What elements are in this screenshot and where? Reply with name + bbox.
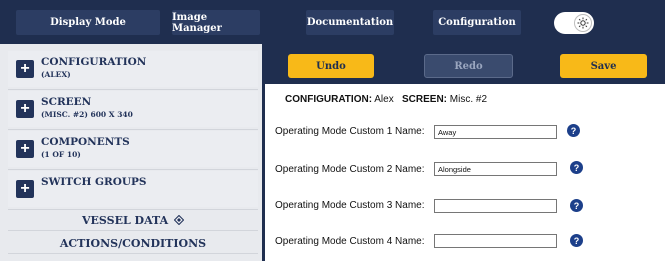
divider — [8, 253, 258, 254]
sidebar-item-title: COMPONENTS — [41, 136, 130, 148]
sidebar-item-title: SCREEN — [41, 96, 92, 108]
divider — [8, 169, 258, 170]
top-navigation-bar: Display Mode Image Manager Documentation… — [0, 0, 665, 44]
expand-plus-icon[interactable]: + — [16, 100, 34, 118]
sidebar-item-screen[interactable]: + SCREEN (MISC. #2) 600 X 340 — [8, 91, 258, 127]
sidebar-item-title: CONFIGURATION — [41, 56, 147, 68]
actions-conditions-section[interactable]: ACTIONS/CONDITIONS — [8, 237, 258, 250]
screen-value: Misc. #2 — [449, 94, 488, 105]
vessel-data-label: VESSEL DATA — [82, 214, 169, 227]
field-label: Operating Mode Custom 4 Name: — [275, 236, 425, 247]
operating-mode-2-input[interactable] — [434, 162, 557, 176]
sidebar-item-configuration[interactable]: + CONFIGURATION (ALEX) — [8, 51, 258, 87]
divider — [8, 89, 258, 90]
editor-toolbar: Undo Redo Save — [265, 44, 665, 84]
help-icon[interactable]: ? — [567, 124, 580, 137]
configuration-button[interactable]: Configuration — [433, 10, 521, 35]
display-mode-button[interactable]: Display Mode — [16, 10, 160, 35]
expand-plus-icon[interactable]: + — [16, 60, 34, 78]
expand-plus-icon[interactable]: + — [16, 180, 34, 198]
divider — [8, 129, 258, 130]
image-manager-button[interactable]: Image Manager — [172, 10, 260, 35]
operating-mode-4-input[interactable] — [434, 234, 557, 248]
sidebar-item-switch-groups[interactable]: + SWITCH GROUPS — [8, 171, 258, 207]
divider — [8, 209, 258, 210]
redo-button[interactable]: Redo — [424, 54, 513, 78]
operating-mode-1-input[interactable] — [434, 125, 557, 139]
screen-info: SCREEN: Misc. #2 — [402, 94, 487, 105]
field-label: Operating Mode Custom 2 Name: — [275, 164, 425, 175]
divider — [8, 230, 258, 231]
help-icon[interactable]: ? — [570, 234, 583, 247]
sidebar-item-subtitle: (1 OF 10) — [41, 150, 81, 159]
sidebar-item-title: SWITCH GROUPS — [41, 176, 147, 188]
undo-button[interactable]: Undo — [288, 54, 374, 78]
help-icon[interactable]: ? — [570, 199, 583, 212]
configuration-info: CONFIGURATION: Alex — [285, 94, 394, 105]
configuration-label: CONFIGURATION: — [285, 94, 373, 105]
configuration-value: Alex — [374, 94, 394, 105]
diamond-move-icon — [173, 214, 185, 228]
field-label: Operating Mode Custom 1 Name: — [275, 126, 425, 137]
screen-label: SCREEN: — [402, 94, 448, 105]
sidebar-item-subtitle: (MISC. #2) 600 X 340 — [41, 110, 133, 119]
vessel-data-section[interactable]: VESSEL DATA — [8, 214, 258, 228]
expand-plus-icon[interactable]: + — [16, 140, 34, 158]
theme-toggle[interactable] — [554, 12, 594, 34]
documentation-button[interactable]: Documentation — [306, 10, 394, 35]
sidebar-item-subtitle: (ALEX) — [41, 70, 71, 79]
sun-icon — [574, 14, 592, 32]
field-label: Operating Mode Custom 3 Name: — [275, 200, 425, 211]
help-icon[interactable]: ? — [570, 161, 583, 174]
operating-mode-3-input[interactable] — [434, 199, 557, 213]
save-button[interactable]: Save — [560, 54, 647, 78]
sidebar-item-components[interactable]: + COMPONENTS (1 OF 10) — [8, 131, 258, 167]
